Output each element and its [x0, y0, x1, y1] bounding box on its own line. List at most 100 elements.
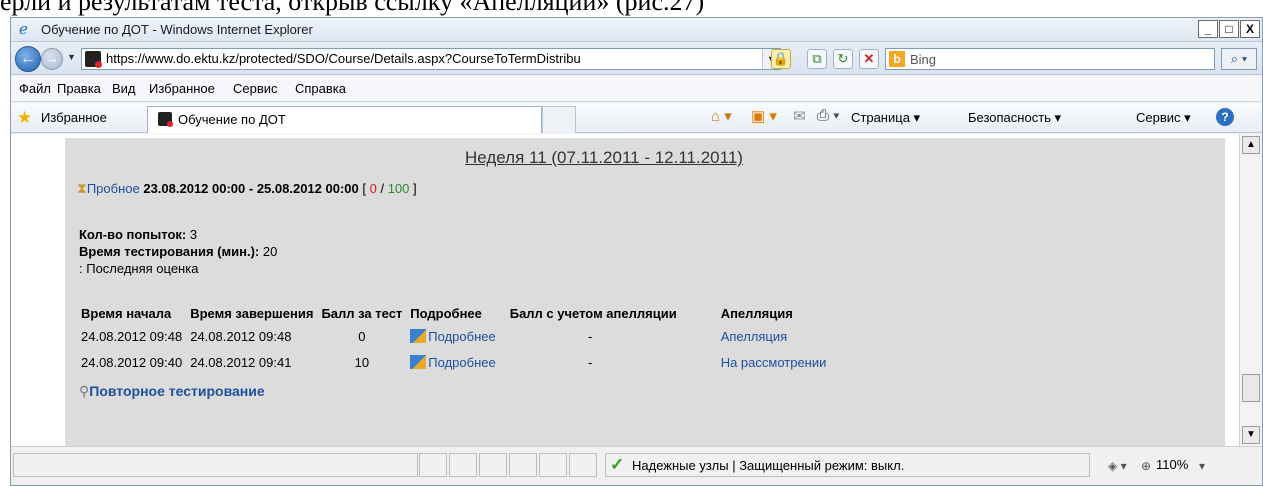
feeds-icon[interactable]: ▣ ▾	[751, 107, 777, 125]
scroll-up-icon[interactable]: ▲	[1242, 136, 1260, 154]
maximize-button[interactable]: □	[1219, 20, 1239, 38]
header-details: Подробнее	[410, 306, 482, 321]
lock-icon[interactable]: 🔒	[771, 49, 791, 69]
status-cell	[449, 453, 477, 477]
cell-end: 24.08.2012 09:41	[190, 354, 292, 370]
back-button[interactable]: ←	[15, 46, 41, 72]
attempts-label: Кол-во попыток:	[79, 227, 187, 242]
tab-active[interactable]: Обучение по ДОТ	[147, 106, 542, 133]
mail-icon[interactable]: ✉	[793, 107, 806, 125]
menu-bar: Файл Правка Вид Избранное Сервис Справка	[11, 76, 1262, 102]
menu-edit[interactable]: Правка	[57, 81, 101, 96]
window-controls: _ □ X	[1198, 20, 1260, 38]
zoom-dropdown-icon[interactable]: ▾	[1199, 459, 1205, 473]
appeal-link[interactable]: Апелляция	[721, 329, 787, 344]
refresh-icon[interactable]: ↻	[833, 49, 853, 69]
favorites-bar: ★ Избранное Обучение по ДОТ ⌂ ▾ ▣ ▾ ✉ ⎙ …	[11, 103, 1262, 133]
details-icon[interactable]	[410, 354, 427, 369]
tab-title: Обучение по ДОТ	[178, 112, 286, 127]
scroll-thumb[interactable]	[1242, 374, 1260, 402]
cell-end: 24.08.2012 09:48	[190, 328, 292, 344]
appeal-status-link[interactable]: На рассмотрении	[721, 355, 827, 370]
menu-file[interactable]: Файл	[19, 81, 51, 96]
search-input[interactable]: b Bing	[885, 48, 1215, 70]
header-score: Балл за тест	[321, 306, 403, 321]
score-open: [	[362, 181, 370, 196]
security-zone[interactable]: ✓ Надежные узлы | Защищенный режим: выкл…	[605, 453, 1090, 477]
retest-label[interactable]: Повторное тестирование	[89, 383, 264, 399]
cell-start: 24.08.2012 09:40	[81, 354, 183, 370]
score-close: ]	[409, 181, 417, 196]
forward-button[interactable]: →	[41, 48, 63, 70]
print-icon[interactable]: ⎙ ▾	[817, 107, 839, 124]
time-value: 20	[262, 244, 278, 259]
menu-view[interactable]: Вид	[112, 81, 136, 96]
menu-tools[interactable]: Сервис	[233, 81, 278, 96]
cell-start: 24.08.2012 09:48	[81, 328, 183, 344]
vertical-scrollbar[interactable]: ▲ ▼	[1239, 134, 1262, 446]
address-bar[interactable]: https://www.do.ektu.kz/protected/SDO/Cou…	[81, 48, 781, 70]
favorites-star-icon[interactable]: ★	[17, 108, 32, 128]
header-appeal-score: Балл с учетом апелляции	[509, 306, 677, 321]
document-heading: ерли и результатам теста, открыв ссылку …	[0, 0, 705, 16]
header-start: Время начала	[81, 306, 172, 321]
title-bar: ℯ Обучение по ДОТ - Windows Internet Exp…	[11, 18, 1262, 42]
bing-icon: b	[889, 51, 905, 67]
zoom-icon[interactable]: ⊕	[1141, 459, 1151, 473]
status-cell	[419, 453, 447, 477]
favorites-label[interactable]: Избранное	[41, 110, 107, 125]
retest-link[interactable]: ⚲Повторное тестирование	[79, 383, 265, 400]
cell-appeal-score: -	[588, 354, 593, 370]
table-row: 24.08.2012 09:40 24.08.2012 09:41 10 Под…	[77, 349, 830, 375]
details-link[interactable]: Подробнее	[428, 329, 495, 344]
home-icon[interactable]: ⌂ ▾	[711, 107, 732, 125]
history-dropdown-icon[interactable]: ▼	[67, 52, 76, 62]
test-summary: ⧗Пробное 23.08.2012 00:00 - 25.08.2012 0…	[77, 180, 417, 197]
scroll-down-icon[interactable]: ▼	[1242, 426, 1260, 444]
status-text-area	[13, 453, 418, 477]
test-panel: Неделя 11 (07.11.2011 - 12.11.2011) ⧗Про…	[65, 138, 1225, 456]
status-cell	[509, 453, 537, 477]
new-tab-button[interactable]	[542, 106, 576, 133]
browser-window: ℯ Обучение по ДОТ - Windows Internet Exp…	[10, 17, 1263, 486]
help-icon[interactable]: ?	[1216, 108, 1234, 126]
details-icon[interactable]	[410, 328, 427, 343]
tools-menu[interactable]: Сервис ▾	[1136, 110, 1191, 126]
minimize-button[interactable]: _	[1198, 20, 1218, 38]
menu-favorites[interactable]: Избранное	[149, 81, 215, 96]
cell-score: 0	[358, 328, 366, 344]
score-separator: /	[376, 181, 388, 196]
checkmark-icon: ✓	[610, 455, 625, 474]
site-favicon-icon	[85, 51, 102, 68]
safety-menu[interactable]: Безопасность ▾	[968, 110, 1061, 126]
time-info: Время тестирования (мин.): 20	[79, 244, 277, 259]
header-appeal: Апелляция	[720, 306, 793, 321]
status-cell	[569, 453, 597, 477]
menu-help[interactable]: Справка	[295, 81, 346, 96]
score-current: 0	[369, 181, 377, 196]
search-button[interactable]: ⌕ ▾	[1221, 48, 1257, 70]
url-text[interactable]: https://www.do.ektu.kz/protected/SDO/Cou…	[106, 51, 716, 66]
stop-icon[interactable]: ✕	[859, 49, 879, 69]
attempts-value: 3	[189, 227, 198, 242]
table-header: Время начала Время завершения Балл за те…	[77, 304, 830, 323]
cell-details: Подробнее	[406, 349, 499, 375]
status-cell	[479, 453, 507, 477]
cell-appeal: На рассмотрении	[681, 349, 831, 375]
page-menu[interactable]: Страница ▾	[851, 110, 920, 126]
zoom-level[interactable]: 110%	[1156, 457, 1188, 472]
compatibility-icon[interactable]: ⧉	[807, 49, 827, 69]
header-end: Время завершения	[190, 306, 314, 321]
ie-logo-icon: ℯ	[19, 21, 28, 38]
details-link[interactable]: Подробнее	[428, 355, 495, 370]
hourglass-icon: ⧗	[77, 180, 87, 196]
tab-favicon-icon	[158, 112, 173, 127]
test-link[interactable]: Пробное	[87, 181, 140, 196]
addons-icon[interactable]: ◈ ▾	[1108, 459, 1127, 473]
attempts-table: Время начала Время завершения Балл за те…	[77, 304, 830, 375]
window-title: Обучение по ДОТ - Windows Internet Explo…	[41, 22, 313, 37]
close-button[interactable]: X	[1240, 20, 1260, 38]
week-heading[interactable]: Неделя 11 (07.11.2011 - 12.11.2011)	[465, 148, 743, 168]
cell-score: 10	[354, 354, 370, 370]
address-row: ← → ▼ https://www.do.ektu.kz/protected/S…	[11, 43, 1262, 75]
